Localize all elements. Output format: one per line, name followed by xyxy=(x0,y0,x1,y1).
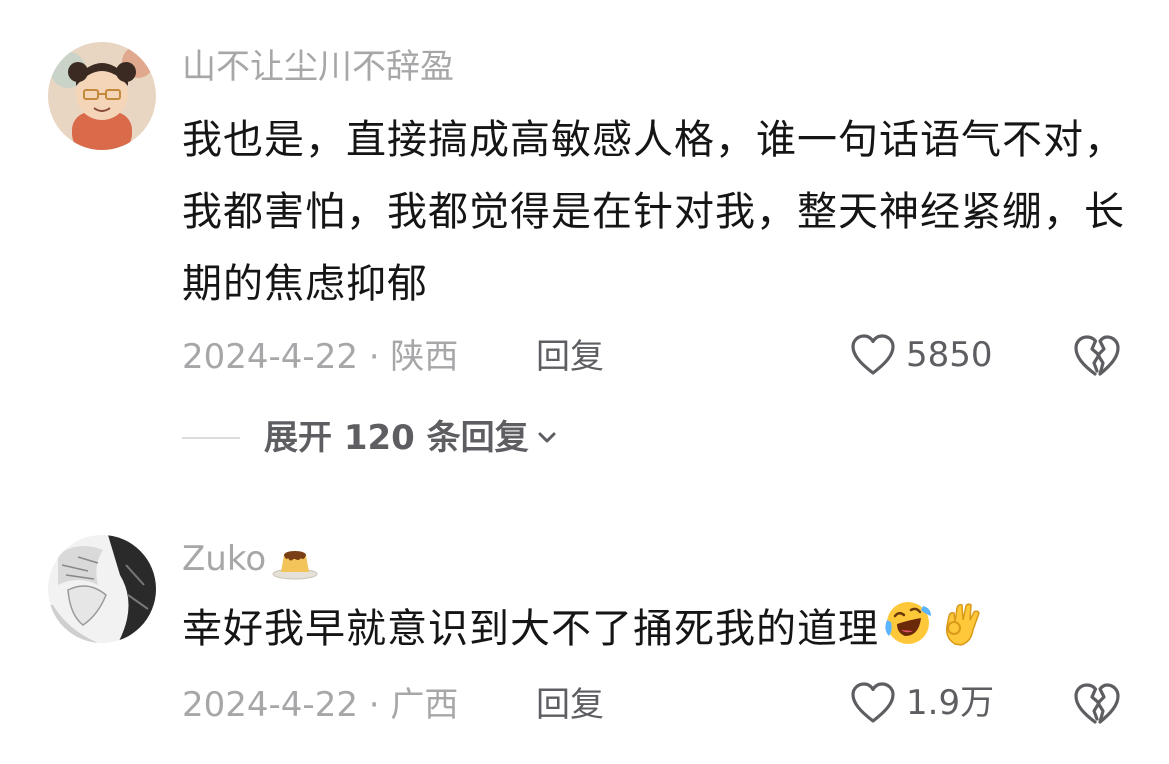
username-label: Zuko xyxy=(182,539,267,579)
reply-button[interactable]: 回复 xyxy=(536,685,604,725)
broken-heart-icon xyxy=(1074,683,1120,724)
manga-character-avatar-icon xyxy=(48,535,156,643)
comment-item: 山不让尘川不辞盈 我也是，直接搞成高敏感人格，谁一句话语气不对，我都害怕，我都觉… xyxy=(0,0,1169,500)
comment-text: 我也是，直接搞成高敏感人格，谁一句话语气不对，我都害怕，我都觉得是在针对我，整天… xyxy=(182,117,1125,307)
cartoon-girl-avatar-icon xyxy=(48,42,156,150)
comment-text-content: 幸好我早就意识到大不了捅死我的道理 xyxy=(182,606,879,652)
username[interactable]: Zuko xyxy=(182,539,320,581)
dislike-button[interactable] xyxy=(1073,681,1121,727)
dislike-button[interactable] xyxy=(1073,333,1121,379)
user-avatar[interactable] xyxy=(48,42,156,150)
like-button[interactable]: 5850 xyxy=(850,333,993,377)
comment-text: 幸好我早就意识到大不了捅死我的道理 xyxy=(182,593,1132,665)
user-avatar[interactable] xyxy=(48,535,156,643)
like-button[interactable]: 1.9万 xyxy=(850,681,994,725)
like-count: 1.9万 xyxy=(906,683,995,723)
chevron-down-icon xyxy=(538,432,556,443)
expand-replies-button[interactable]: 展开 120 条回复 xyxy=(182,415,559,461)
comment-meta: 2024-4-22 · 广西 xyxy=(182,685,459,725)
username-label: 山不让尘川不辞盈 xyxy=(182,47,454,87)
expand-replies-label: 展开 120 条回复 xyxy=(264,418,529,458)
laughing-crying-emoji-icon xyxy=(885,602,931,644)
comment-item: Zuko 幸好我早就意识到大不了捅死我的道理 2024-4-22 · 广西 回复… xyxy=(0,525,1169,764)
comment-meta: 2024-4-22 · 陕西 xyxy=(182,337,459,377)
like-count: 5850 xyxy=(906,335,993,375)
pudding-icon xyxy=(272,550,318,579)
heart-outline-icon xyxy=(851,682,895,723)
reply-button[interactable]: 回复 xyxy=(536,337,604,377)
heart-outline-icon xyxy=(851,334,895,375)
broken-heart-icon xyxy=(1074,335,1120,376)
username[interactable]: 山不让尘川不辞盈 xyxy=(182,47,454,87)
ok-hand-emoji-icon xyxy=(945,603,980,646)
divider-line xyxy=(182,437,240,439)
